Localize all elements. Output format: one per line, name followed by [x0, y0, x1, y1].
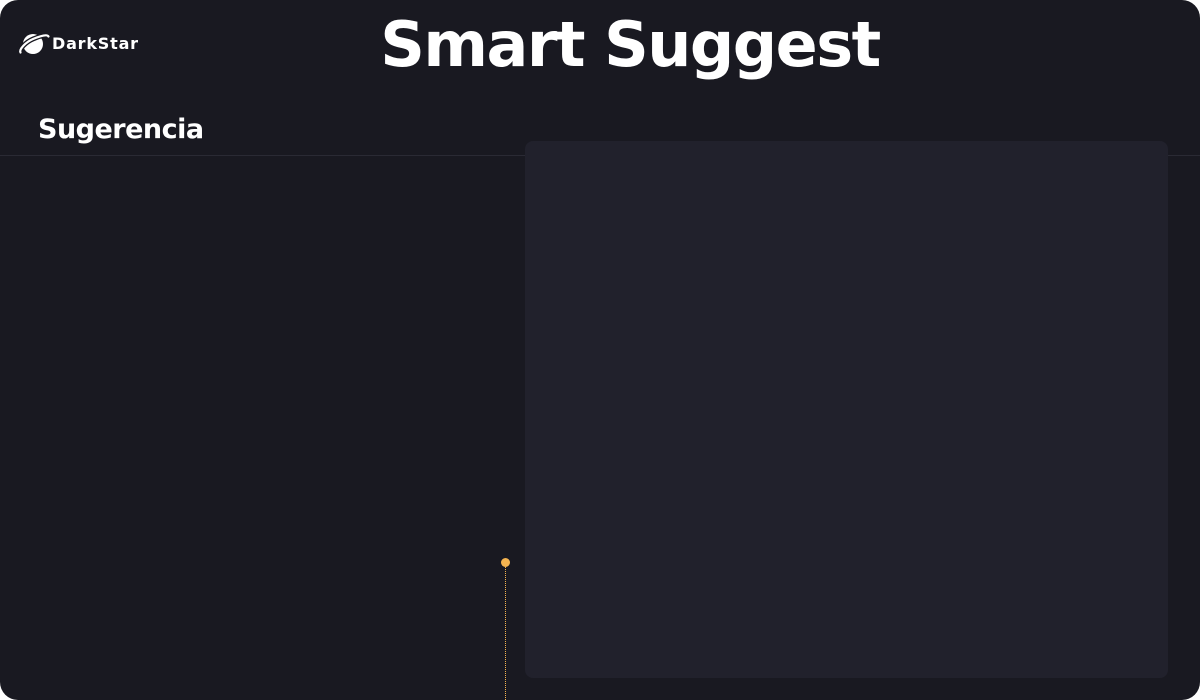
- suggestion-heading: Sugerencia: [38, 114, 204, 145]
- timeline-dot: [501, 558, 510, 567]
- suggestion-panel: [525, 141, 1168, 678]
- timeline-line: [505, 567, 506, 700]
- app-window: DarkStar Smart Suggest Sugerencia: [0, 0, 1200, 700]
- timeline-marker: [501, 558, 510, 700]
- page-title: Smart Suggest: [380, 8, 881, 81]
